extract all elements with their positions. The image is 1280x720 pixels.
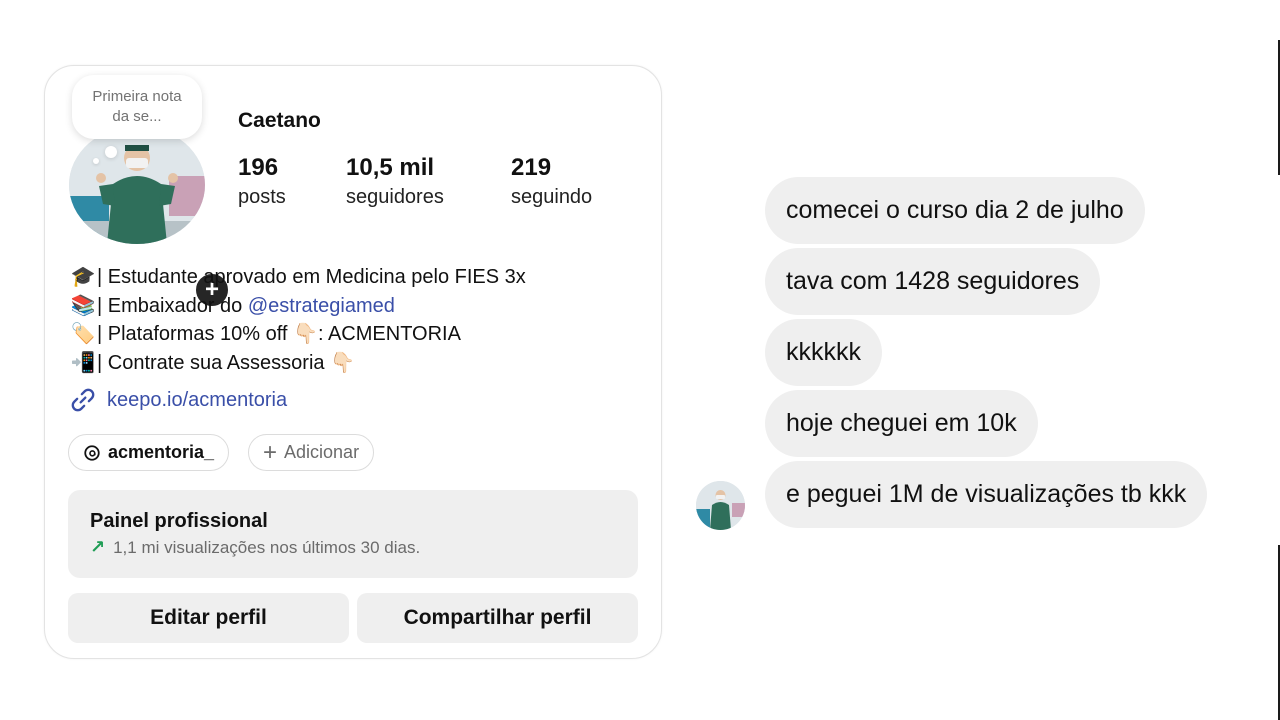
posts-label: posts — [238, 186, 286, 208]
bio-line-text: | Plataformas 10% off — [97, 323, 294, 345]
threads-badge[interactable]: acmentoria_ — [68, 434, 230, 471]
dashboard-title: Painel profissional — [90, 510, 268, 532]
dashboard-subtitle: ↗ 1,1 mi visualizações nos últimos 30 di… — [90, 537, 616, 558]
bio-line-text: : ACMENTORIA — [317, 323, 461, 345]
note-tail-dot-small — [93, 158, 99, 164]
note-bubble[interactable]: Primeira nota da se... — [72, 75, 202, 139]
dashboard-views-text: 1,1 mi visualizações nos últimos 30 dias… — [113, 537, 421, 557]
note-tail-dot — [105, 146, 117, 158]
plus-icon: + — [263, 438, 278, 466]
followers-label: seguidores — [346, 186, 444, 208]
share-profile-button[interactable]: Compartilhar perfil — [357, 593, 638, 643]
trending-up-icon: ↗ — [90, 537, 106, 557]
profile-bio: 🎓| Estudante aprovado em Medicina pelo F… — [69, 263, 526, 377]
stat-followers[interactable]: 10,5 mil seguidores — [346, 154, 444, 212]
bio-line-platforms: 🏷️| Plataformas 10% off 👇🏻: ACMENTORIA — [69, 320, 526, 349]
threads-handle: acmentoria_ — [108, 442, 215, 462]
chat-message: kkkkkk — [765, 319, 882, 386]
profile-card: + Primeira nota da se... Caetano 196 pos… — [44, 65, 662, 659]
mention-link[interactable]: @estrategiamed — [248, 295, 395, 317]
bio-line-assessoria: 📲| Contrate sua Assessoria 👇🏻 — [69, 349, 526, 378]
pointing-down-icon: 👇🏻 — [293, 323, 318, 345]
chat-message: e peguei 1M de visualizações tb kkk — [765, 461, 1208, 528]
following-count: 219 — [511, 154, 552, 181]
bio-line-text: | Embaixador do — [97, 294, 248, 317]
chat-sender-avatar[interactable] — [696, 481, 745, 530]
add-link-button[interactable]: + Adicionar — [248, 434, 375, 471]
link-icon — [71, 388, 95, 412]
followers-count: 10,5 mil — [346, 154, 435, 181]
graduation-cap-icon: 🎓 — [70, 266, 96, 288]
tag-icon: 🏷️ — [70, 323, 96, 345]
avatar[interactable] — [69, 126, 205, 244]
following-label: seguindo — [511, 186, 593, 208]
posts-count: 196 — [238, 154, 279, 181]
avatar-photo — [696, 481, 745, 530]
bio-line-text: | Estudante aprovado em Medicina pelo FI… — [97, 266, 526, 288]
mobile-arrow-icon: 📲 — [70, 351, 96, 374]
edit-profile-button[interactable]: Editar perfil — [68, 593, 349, 643]
add-label: Adicionar — [284, 442, 360, 462]
pointing-down-icon: 👇🏻 — [330, 351, 355, 374]
profile-link[interactable]: keepo.io/acmentoria — [69, 386, 287, 414]
chat-message: hoje cheguei em 10k — [765, 390, 1038, 457]
stat-following[interactable]: 219 seguindo — [511, 154, 592, 212]
profile-avatar-container[interactable]: + — [69, 126, 231, 309]
bio-line-text: | Contrate sua Assessoria — [97, 351, 331, 374]
avatar-photo — [69, 126, 205, 244]
stat-posts[interactable]: 196 posts — [238, 154, 286, 212]
bio-line-education: 🎓| Estudante aprovado em Medicina pelo F… — [69, 263, 526, 292]
bio-line-ambassador: 📚| Embaixador do @estrategiamed — [69, 292, 526, 321]
chat-message: comecei o curso dia 2 de julho — [765, 177, 1145, 244]
note-text: Primeira nota da se... — [92, 88, 182, 125]
profile-username: Caetano — [238, 109, 321, 132]
link-text[interactable]: keepo.io/acmentoria — [107, 389, 287, 412]
professional-dashboard[interactable]: Painel profissional ↗ 1,1 mi visualizaçõ… — [68, 490, 638, 578]
books-icon: 📚 — [70, 294, 96, 317]
threads-icon — [84, 444, 100, 461]
chat-message: tava com 1428 seguidores — [765, 248, 1101, 315]
